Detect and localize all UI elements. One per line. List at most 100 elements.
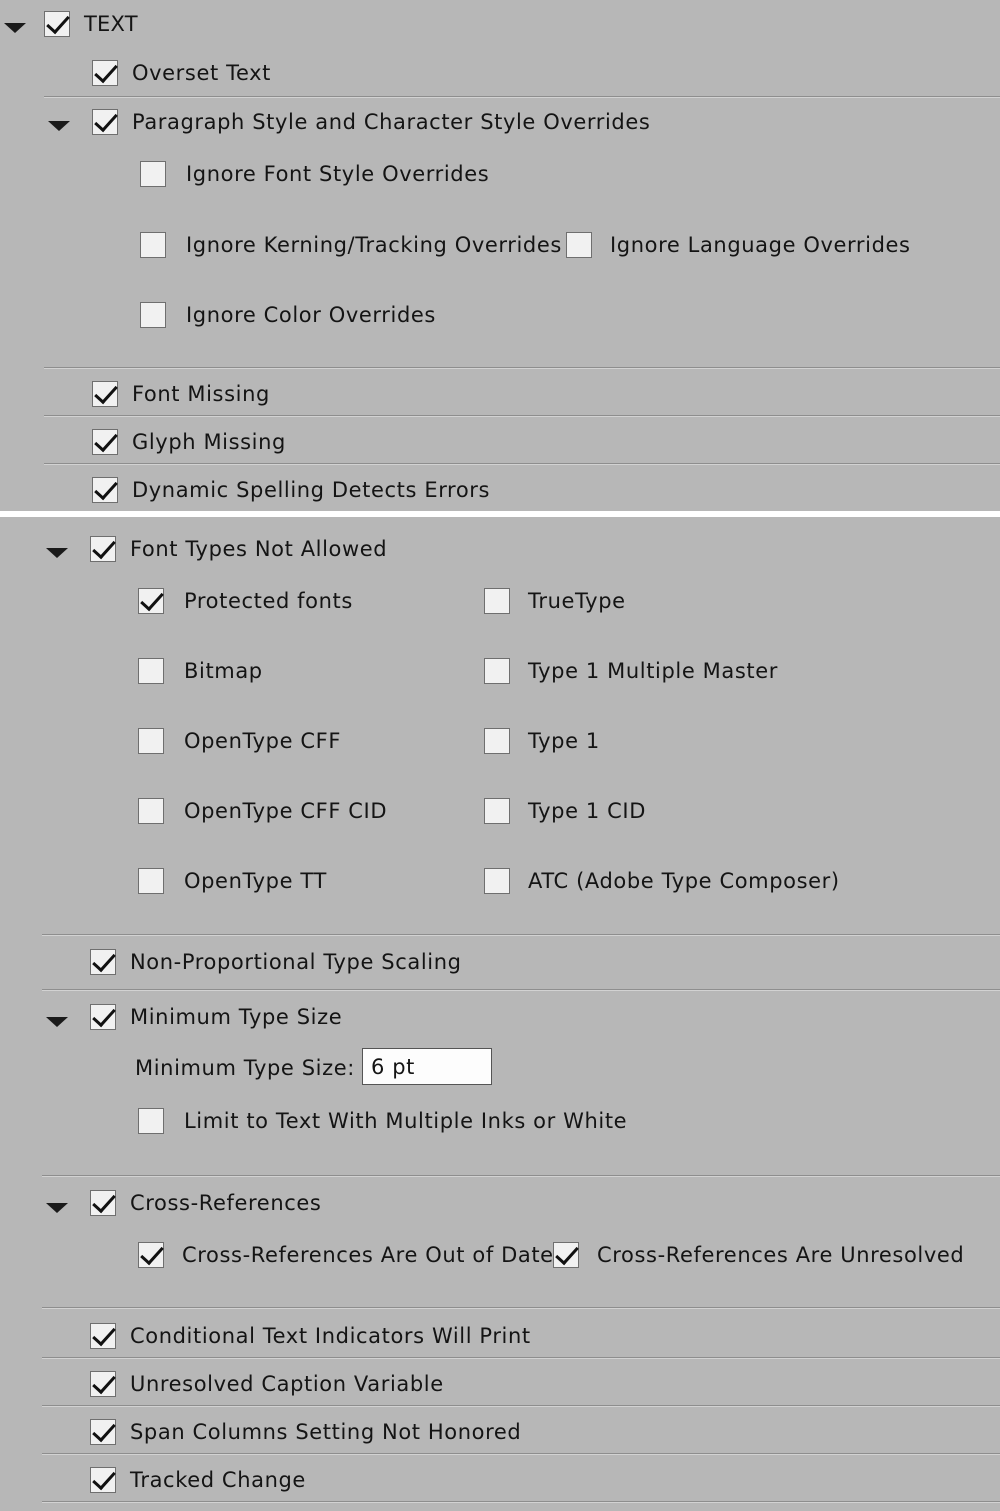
xrefs-unresolved-row[interactable]: Cross-References Are Unresolved [553,1231,964,1279]
min-type-checkbox[interactable] [90,1004,116,1030]
text-preflight-panel: TEXT Overset Text Paragraph Style and Ch… [0,0,1000,511]
ignore-color-label: Ignore Color Overrides [186,303,436,327]
xrefs-out-of-date-checkbox[interactable] [138,1242,164,1268]
divider [42,1405,1000,1407]
type1-mm-row[interactable]: Type 1 Multiple Master [484,647,778,695]
non-proportional-row[interactable]: Non-Proportional Type Scaling [90,938,462,986]
limit-inks-row[interactable]: Limit to Text With Multiple Inks or Whit… [138,1097,627,1145]
divider [44,415,1000,417]
ignore-font-style-label: Ignore Font Style Overrides [186,162,490,186]
glyph-missing-checkbox[interactable] [92,429,118,455]
text-section-row[interactable]: TEXT [44,0,138,48]
span-columns-checkbox[interactable] [90,1419,116,1445]
overset-text-row[interactable]: Overset Text [92,49,271,97]
caption-variable-checkbox[interactable] [90,1371,116,1397]
ignore-kerning-row[interactable]: Ignore Kerning/Tracking Overrides [140,221,562,269]
min-type-size-value: 6 pt [371,1055,416,1079]
font-missing-label: Font Missing [132,382,270,406]
divider [42,989,1000,991]
ignore-language-checkbox[interactable] [566,232,592,258]
opentype-tt-row[interactable]: OpenType TT [138,857,327,905]
span-columns-row[interactable]: Span Columns Setting Not Honored [90,1408,521,1456]
para-char-overrides-checkbox[interactable] [92,109,118,135]
xrefs-checkbox[interactable] [90,1190,116,1216]
para-char-overrides-row[interactable]: Paragraph Style and Character Style Over… [92,98,650,146]
divider [42,1453,1000,1455]
type1-cid-row[interactable]: Type 1 CID [484,787,646,835]
ignore-color-checkbox[interactable] [140,302,166,328]
para-char-overrides-label: Paragraph Style and Character Style Over… [132,110,651,134]
non-proportional-checkbox[interactable] [90,949,116,975]
font-types-row[interactable]: Font Types Not Allowed [90,525,387,573]
xrefs-out-of-date-row[interactable]: Cross-References Are Out of Date [138,1231,554,1279]
expand-triangle-icon[interactable] [46,1017,68,1027]
dynamic-spelling-row[interactable]: Dynamic Spelling Detects Errors [92,466,490,514]
truetype-label: TrueType [528,589,626,613]
font-types-checkbox[interactable] [90,536,116,562]
opentype-cff-checkbox[interactable] [138,728,164,754]
ignore-language-row[interactable]: Ignore Language Overrides [566,221,911,269]
divider [42,1501,1000,1503]
dynamic-spelling-checkbox[interactable] [92,477,118,503]
caption-variable-row[interactable]: Unresolved Caption Variable [90,1360,444,1408]
divider [44,367,1000,369]
expand-triangle-icon[interactable] [46,1203,68,1213]
overset-text-checkbox[interactable] [92,60,118,86]
tracked-change-label: Tracked Change [130,1468,306,1492]
xrefs-unresolved-checkbox[interactable] [553,1242,579,1268]
glyph-missing-row[interactable]: Glyph Missing [92,418,286,466]
font-types-label: Font Types Not Allowed [130,537,388,561]
glyph-missing-label: Glyph Missing [132,430,286,454]
expand-triangle-icon[interactable] [46,548,68,558]
xrefs-row[interactable]: Cross-References [90,1179,321,1227]
conditional-text-label: Conditional Text Indicators Will Print [130,1324,531,1348]
protected-fonts-checkbox[interactable] [138,588,164,614]
atc-checkbox[interactable] [484,868,510,894]
opentype-cff-cid-checkbox[interactable] [138,798,164,824]
xrefs-out-of-date-label: Cross-References Are Out of Date [182,1243,554,1267]
expand-triangle-icon[interactable] [4,23,26,33]
type1-row[interactable]: Type 1 [484,717,600,765]
tracked-change-checkbox[interactable] [90,1467,116,1493]
truetype-row[interactable]: TrueType [484,577,626,625]
font-types-panel: Font Types Not Allowed Protected fonts T… [0,517,1000,1511]
ignore-kerning-checkbox[interactable] [140,232,166,258]
atc-label: ATC (Adobe Type Composer) [528,869,840,893]
expand-triangle-icon[interactable] [48,121,70,131]
opentype-cff-row[interactable]: OpenType CFF [138,717,341,765]
min-type-row[interactable]: Minimum Type Size [90,993,342,1041]
opentype-cff-label: OpenType CFF [184,729,342,753]
tracked-change-row[interactable]: Tracked Change [90,1456,306,1504]
conditional-text-row[interactable]: Conditional Text Indicators Will Print [90,1312,531,1360]
text-section-label: TEXT [84,12,138,36]
opentype-tt-checkbox[interactable] [138,868,164,894]
font-missing-row[interactable]: Font Missing [92,370,270,418]
ignore-kerning-label: Ignore Kerning/Tracking Overrides [186,233,562,257]
type1-mm-checkbox[interactable] [484,658,510,684]
bitmap-label: Bitmap [184,659,263,683]
divider [44,463,1000,465]
limit-inks-checkbox[interactable] [138,1108,164,1134]
conditional-text-checkbox[interactable] [90,1323,116,1349]
opentype-cff-cid-row[interactable]: OpenType CFF CID [138,787,387,835]
ignore-font-style-row[interactable]: Ignore Font Style Overrides [140,150,489,198]
type1-cid-checkbox[interactable] [484,798,510,824]
truetype-checkbox[interactable] [484,588,510,614]
bitmap-checkbox[interactable] [138,658,164,684]
atc-row[interactable]: ATC (Adobe Type Composer) [484,857,840,905]
ignore-font-style-checkbox[interactable] [140,161,166,187]
font-missing-checkbox[interactable] [92,381,118,407]
caption-variable-label: Unresolved Caption Variable [130,1372,444,1396]
opentype-cff-cid-label: OpenType CFF CID [184,799,388,823]
non-proportional-label: Non-Proportional Type Scaling [130,950,462,974]
min-type-size-input[interactable]: 6 pt [362,1048,492,1085]
type1-cid-label: Type 1 CID [528,799,646,823]
type1-mm-label: Type 1 Multiple Master [528,659,778,683]
min-type-field-label: Minimum Type Size: [135,1056,355,1080]
ignore-color-row[interactable]: Ignore Color Overrides [140,291,436,339]
bitmap-row[interactable]: Bitmap [138,647,263,695]
text-section-checkbox[interactable] [44,11,70,37]
overset-text-label: Overset Text [132,61,271,85]
protected-fonts-row[interactable]: Protected fonts [138,577,353,625]
type1-checkbox[interactable] [484,728,510,754]
